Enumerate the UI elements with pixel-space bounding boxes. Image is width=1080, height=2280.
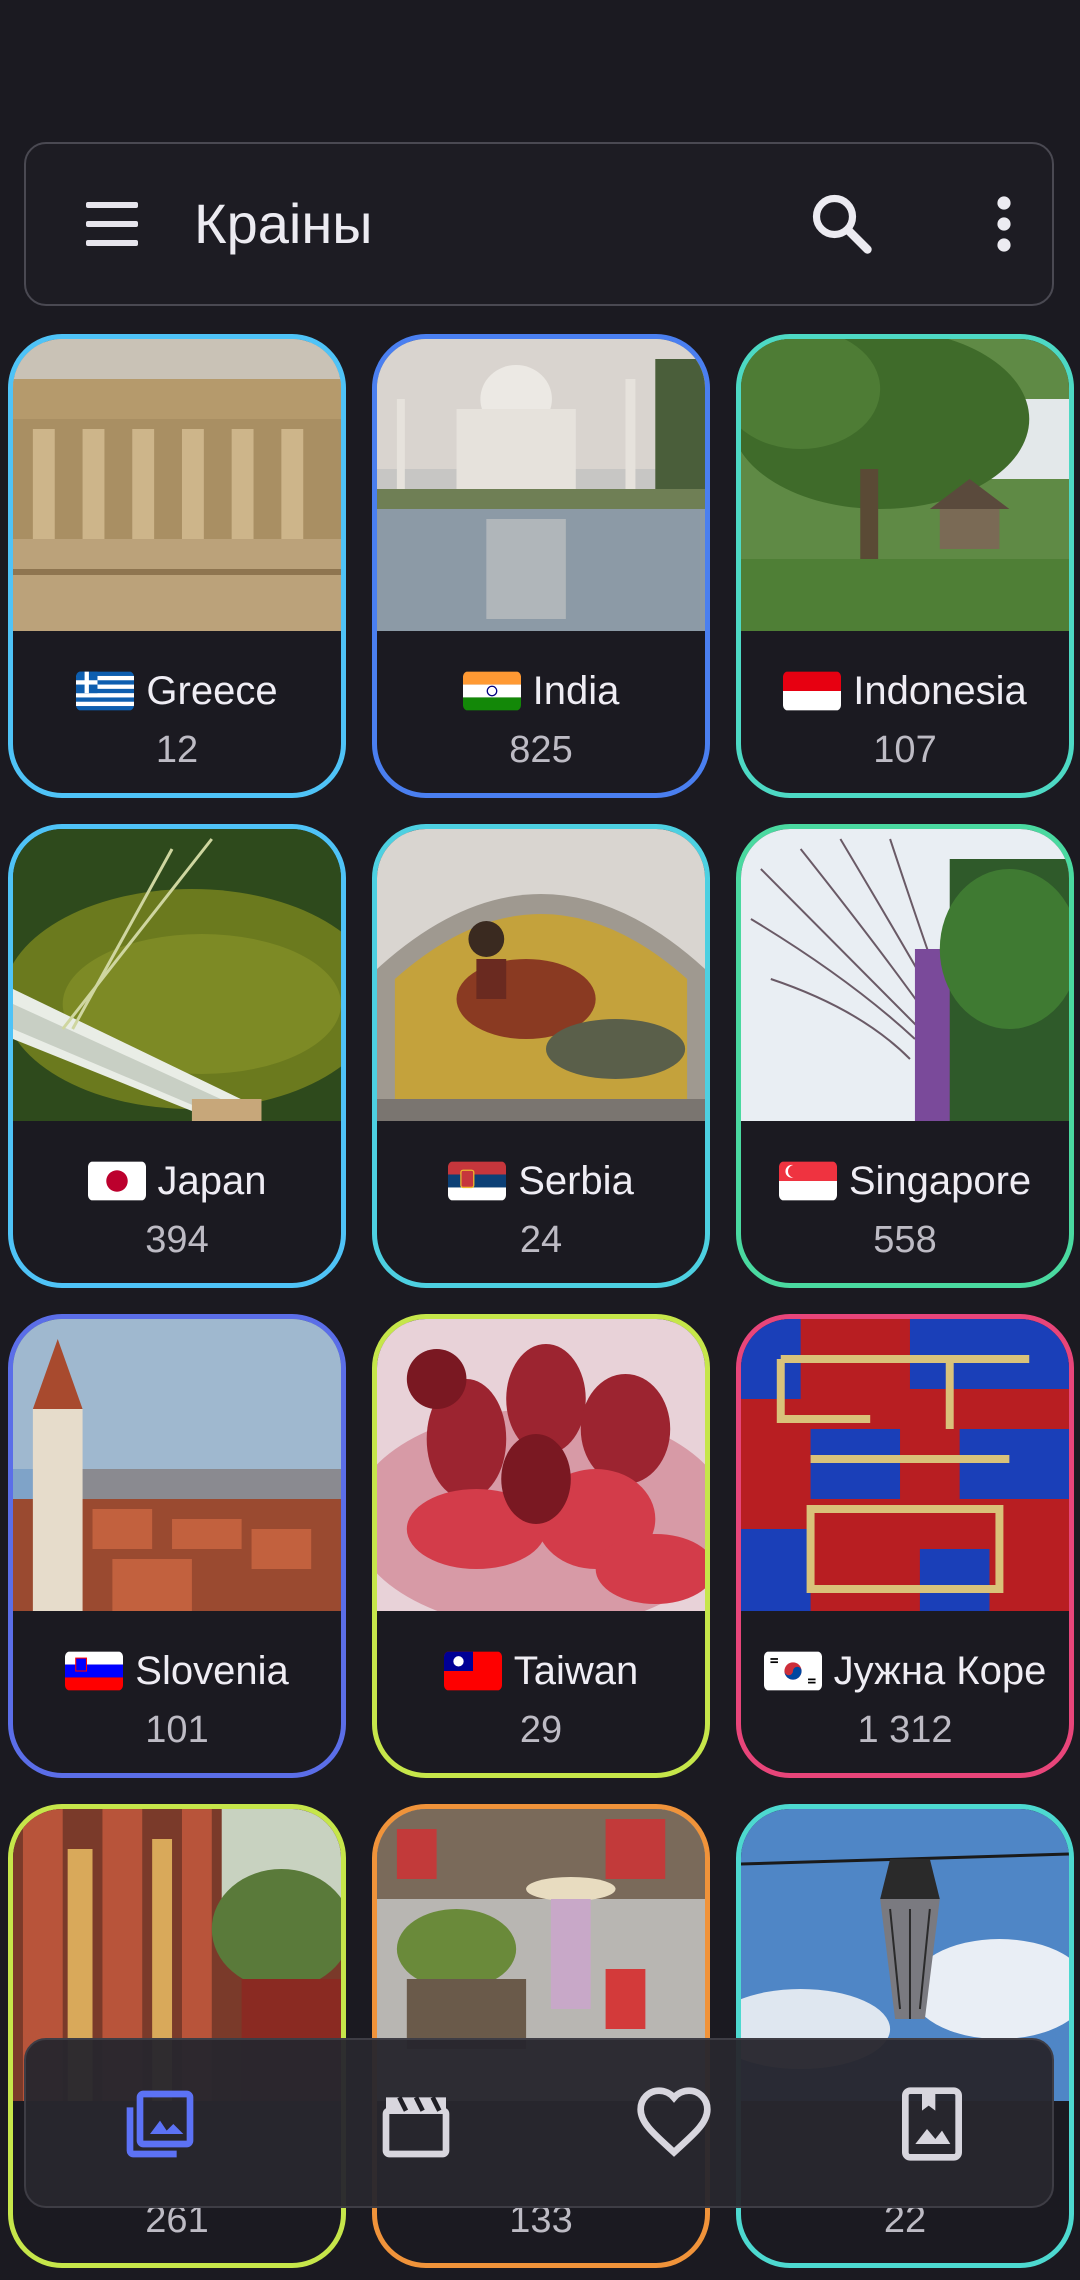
photo-count: 101	[145, 1709, 209, 1751]
country-card-india[interactable]: India 825	[372, 334, 710, 798]
flag-singapore-icon	[778, 1161, 837, 1201]
country-name: India	[532, 668, 620, 713]
country-photo	[741, 829, 1069, 1121]
country-card-singapore[interactable]: Singapore 558	[736, 824, 1074, 1288]
photo-count: 825	[509, 729, 573, 771]
country-name: Serbia	[518, 1158, 634, 1203]
country-label: Greece	[13, 663, 341, 719]
country-label: Јужна Коре	[741, 1643, 1069, 1699]
photo-count: 12	[155, 729, 199, 771]
bookmark-photo-icon[interactable]	[892, 2084, 972, 2164]
country-card-taiwan[interactable]: Taiwan 29	[372, 1314, 710, 1778]
flag-serbia-icon	[448, 1161, 507, 1201]
country-card-greece[interactable]: Greece 12	[8, 334, 346, 798]
country-label: Japan	[13, 1153, 341, 1209]
country-label: Singapore	[741, 1153, 1069, 1209]
country-label: Serbia	[377, 1153, 705, 1209]
photo-count: 29	[519, 1709, 563, 1751]
country-name: Slovenia	[135, 1648, 289, 1693]
status-bar	[0, 0, 1080, 120]
country-photo	[741, 1319, 1069, 1611]
country-photo	[13, 829, 341, 1121]
flag-greece-icon	[76, 671, 135, 711]
menu-icon[interactable]	[82, 194, 142, 254]
flag-india-icon	[462, 671, 521, 711]
country-name: Taiwan	[513, 1648, 639, 1693]
country-label: India	[377, 663, 705, 719]
country-photo	[377, 1319, 705, 1611]
country-card-indonesia[interactable]: Indonesia 107	[736, 334, 1074, 798]
heart-icon[interactable]	[634, 2084, 714, 2164]
country-label: Taiwan	[377, 1643, 705, 1699]
flag-japan-icon	[87, 1161, 146, 1201]
country-photo	[13, 339, 341, 631]
country-photo	[741, 339, 1069, 631]
country-name: Greece	[146, 668, 278, 713]
top-app-bar: Краіны	[24, 142, 1054, 306]
country-name: Indonesia	[853, 668, 1027, 713]
photo-count: 107	[873, 729, 937, 771]
country-name: Japan	[157, 1158, 267, 1203]
country-name: Јужна Коре	[833, 1648, 1047, 1693]
country-name: Singapore	[848, 1158, 1032, 1203]
country-photo	[377, 339, 705, 631]
flag-south-korea-icon	[763, 1651, 822, 1691]
country-label: Indonesia	[741, 663, 1069, 719]
country-card-japan[interactable]: Japan 394	[8, 824, 346, 1288]
photo-count: 394	[145, 1219, 209, 1261]
more-vert-icon[interactable]	[968, 188, 1040, 260]
photo-count: 558	[873, 1219, 937, 1261]
movie-clapper-icon[interactable]	[376, 2084, 456, 2164]
country-photo	[13, 1319, 341, 1611]
flag-indonesia-icon	[783, 671, 842, 711]
search-icon[interactable]	[806, 188, 878, 260]
country-card-south-korea[interactable]: Јужна Коре 1 312	[736, 1314, 1074, 1778]
photo-library-icon[interactable]	[120, 2084, 200, 2164]
country-card-slovenia[interactable]: Slovenia 101	[8, 1314, 346, 1778]
flag-slovenia-icon	[65, 1651, 124, 1691]
photo-count: 24	[519, 1219, 563, 1261]
country-photo	[377, 829, 705, 1121]
country-card-serbia[interactable]: Serbia 24	[372, 824, 710, 1288]
page-title: Краіны	[194, 192, 373, 255]
bottom-navigation	[24, 2038, 1054, 2208]
photo-count: 1 312	[857, 1709, 953, 1751]
country-label: Slovenia	[13, 1643, 341, 1699]
flag-taiwan-icon	[443, 1651, 502, 1691]
